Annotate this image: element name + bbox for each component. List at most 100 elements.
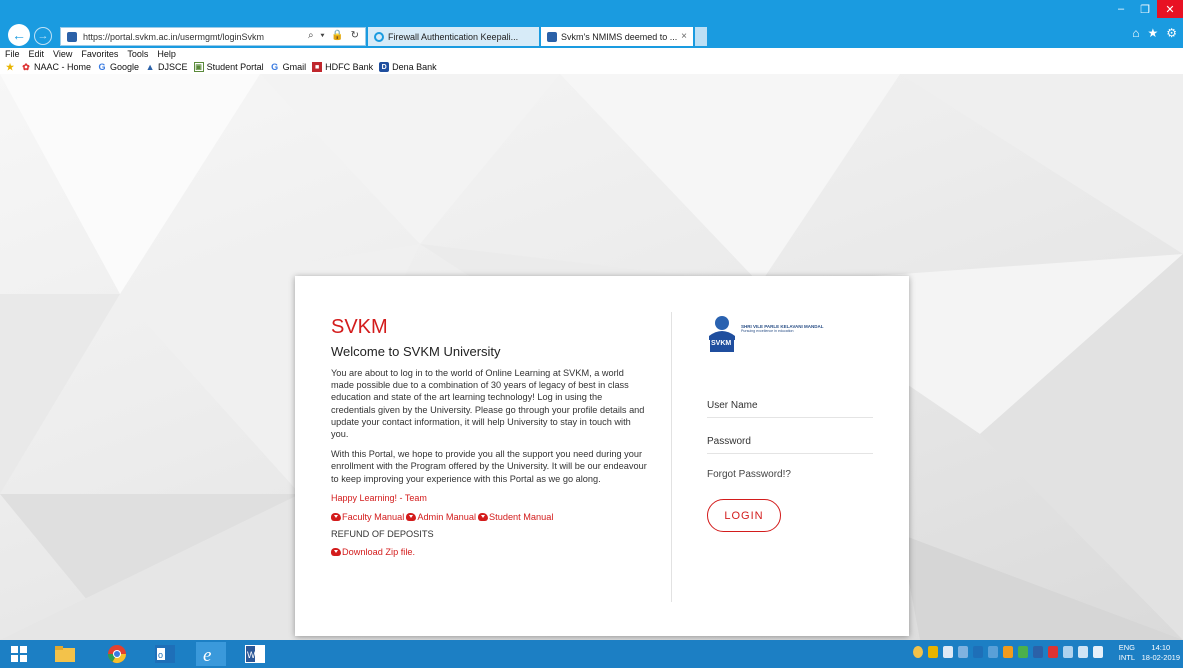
login-form: SVKM SHRI VILE PARLE KELAVANI MANDAL Pur…: [707, 314, 873, 532]
favorite-student-portal[interactable]: ▣ Student Portal: [193, 62, 264, 72]
google-icon: G: [98, 62, 106, 72]
restore-button[interactable]: ❐: [1133, 0, 1157, 18]
url-text[interactable]: https://portal.svkm.ac.in/usermgmt/login…: [83, 32, 264, 42]
site-favicon-icon: [67, 31, 77, 42]
faculty-manual-link[interactable]: Faculty Manual: [331, 512, 404, 522]
menu-bar: File Edit View Favorites Tools Help: [0, 48, 1183, 60]
tab-firewall[interactable]: Firewall Authentication Keepali...: [368, 27, 539, 46]
close-tab-icon[interactable]: ×: [681, 31, 687, 42]
outlook-tray-icon[interactable]: [973, 646, 983, 658]
title-bar: – ❐ ✕: [0, 0, 1183, 22]
favorite-label: Dena Bank: [392, 62, 437, 72]
flower-icon: ✿: [22, 61, 30, 72]
favorite-naac-home[interactable]: ✿ NAAC - Home: [21, 61, 92, 73]
menu-favorites[interactable]: Favorites: [81, 48, 118, 60]
tray-app-icon[interactable]: [988, 646, 998, 658]
password-input[interactable]: [707, 436, 873, 447]
favorite-gmail[interactable]: G Gmail: [270, 62, 306, 72]
menu-edit[interactable]: Edit: [29, 48, 45, 60]
language-sub: INTL: [1118, 653, 1135, 662]
svkm-logo-mark: SVKM: [707, 314, 737, 354]
username-input[interactable]: [707, 400, 873, 411]
tray-app-icon[interactable]: [1033, 646, 1043, 658]
welcome-panel: SVKM Welcome to SVKM University You are …: [331, 316, 647, 557]
favorite-djsce[interactable]: ▲ DJSCE: [145, 62, 188, 72]
menu-tools[interactable]: Tools: [127, 48, 148, 60]
language-indicator[interactable]: ENG INTL: [1119, 643, 1135, 663]
brand-title: SVKM: [331, 316, 388, 338]
download-zip-link[interactable]: Download Zip file.: [331, 547, 647, 557]
volume-icon[interactable]: [1093, 646, 1103, 658]
tray-app-icon[interactable]: [1048, 646, 1058, 658]
favorites-bar: ★ ✿ NAAC - Home G Google ▲ DJSCE ▣ Stude…: [0, 60, 1183, 74]
forward-button[interactable]: →: [34, 27, 52, 45]
network-icon[interactable]: [1063, 646, 1073, 658]
manual-label: Admin Manual: [417, 511, 477, 522]
hdfc-icon: ■: [312, 62, 323, 72]
google-icon: G: [271, 62, 279, 72]
manual-label: Faculty Manual: [342, 511, 405, 522]
outlook-icon[interactable]: o: [150, 642, 180, 666]
chrome-icon[interactable]: [102, 642, 132, 666]
intro-paragraph: You are about to log in to the world of …: [331, 368, 645, 440]
login-button[interactable]: LOGIN: [707, 499, 781, 532]
logo-badge-text: SVKM: [711, 340, 732, 347]
word-icon[interactable]: W: [240, 642, 270, 666]
favorite-label: Google: [110, 62, 140, 72]
clock-time: 14:10: [1151, 643, 1171, 652]
favorite-label: DJSCE: [158, 62, 188, 72]
favorite-hdfc-bank[interactable]: ■ HDFC Bank: [312, 62, 373, 72]
favorite-label: NAAC - Home: [34, 62, 92, 72]
file-explorer-icon[interactable]: [50, 642, 80, 666]
cloud-download-icon: [406, 512, 417, 521]
menu-help[interactable]: Help: [157, 48, 176, 60]
svg-text:W: W: [247, 650, 256, 660]
favorite-dena-bank[interactable]: D Dena Bank: [379, 62, 437, 72]
tray-app-icon[interactable]: [958, 646, 968, 658]
tray-app-icon[interactable]: [928, 646, 938, 658]
cloud-download-icon: [331, 512, 341, 521]
logo-tagline: Pursuing excellence in education: [741, 329, 794, 333]
tray-app-icon[interactable]: [1018, 646, 1028, 658]
manuals-links: Faculty Manual Admin Manual Student Manu…: [331, 512, 647, 522]
admin-manual-link[interactable]: Admin Manual: [406, 512, 476, 522]
favorite-label: HDFC Bank: [325, 62, 374, 72]
tray-app-icon[interactable]: [1003, 646, 1013, 658]
cloud-download-icon: [331, 547, 341, 556]
tray-app-icon[interactable]: [1078, 646, 1088, 658]
page-viewport: SVKM Welcome to SVKM University You are …: [0, 74, 1183, 640]
tab-svkm[interactable]: Svkm's NMIMS deemed to ... ×: [541, 27, 693, 46]
address-bar[interactable]: https://portal.svkm.ac.in/usermgmt/login…: [60, 27, 366, 46]
start-button[interactable]: [4, 642, 34, 666]
student-manual-link[interactable]: Student Manual: [478, 512, 553, 522]
add-favorite-star-icon[interactable]: ★: [5, 62, 15, 72]
language-code: ENG: [1118, 643, 1135, 652]
welcome-heading: Welcome to SVKM University: [331, 344, 501, 359]
menu-file[interactable]: File: [5, 48, 20, 60]
system-clock[interactable]: 14:10 18-02-2019: [1142, 643, 1180, 663]
favorite-google[interactable]: G Google: [97, 62, 140, 72]
close-window-button[interactable]: ✕: [1157, 0, 1183, 18]
svkm-tab-icon: [547, 31, 557, 42]
clock-date: 18-02-2019: [1141, 653, 1180, 662]
login-card: SVKM Welcome to SVKM University You are …: [295, 276, 909, 636]
minimize-button[interactable]: –: [1109, 0, 1133, 18]
toolbar-right-icons: ⌂ ★ ⚙: [1132, 26, 1177, 40]
settings-gear-icon[interactable]: ⚙: [1166, 26, 1177, 40]
mail-icon[interactable]: [943, 646, 953, 658]
logo-text: SHRI VILE PARLE KELAVANI MANDAL Pursuing…: [741, 324, 824, 333]
help-icon[interactable]: [913, 646, 923, 658]
home-icon[interactable]: ⌂: [1132, 26, 1139, 40]
favorites-star-icon[interactable]: ★: [1147, 26, 1158, 40]
menu-view[interactable]: View: [53, 48, 72, 60]
forgot-password-link[interactable]: Forgot Password!?: [707, 469, 873, 480]
tab-label: Firewall Authentication Keepali...: [388, 31, 519, 42]
internet-explorer-icon[interactable]: e: [196, 642, 226, 666]
new-tab-button[interactable]: [695, 27, 707, 46]
back-button[interactable]: ←: [8, 24, 30, 46]
browser-chrome: – ❐ ✕ ← → https://portal.svkm.ac.in/user…: [0, 0, 1183, 74]
taskbar: o e W ENG INTL 14:10 18-02-2019: [0, 640, 1183, 668]
djsce-icon: ▲: [145, 62, 155, 72]
window-controls: – ❐ ✕: [1109, 0, 1183, 18]
address-tools[interactable]: ⌕ ▾ 🔒 ↻: [308, 30, 361, 41]
